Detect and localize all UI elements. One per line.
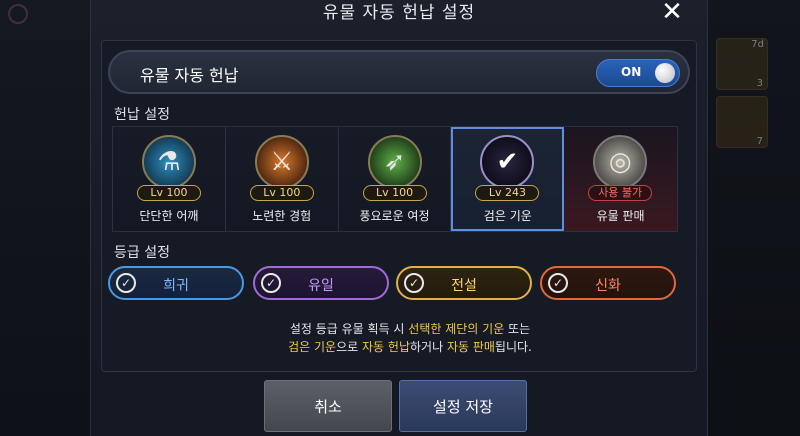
card-dark-aura[interactable]: ✔ Lv 243 검은 기운 (451, 127, 565, 231)
background-right-panel: 7d 3 7 (708, 0, 800, 436)
level-badge: Lv 100 (249, 185, 314, 201)
info-highlight: 선택한 제단의 기운 (408, 322, 505, 336)
card-relic-sale[interactable]: ◎ 사용 불가 유물 판매 (564, 127, 677, 231)
info-line-1: 설정 등급 유물 획득 시 선택한 제단의 기운 또는 (200, 320, 620, 337)
background-item-slot: 7d 3 (716, 38, 768, 90)
level-badge: Lv 100 (362, 185, 427, 201)
background-left-panel (0, 0, 90, 436)
info-text: 하거나 (410, 340, 447, 354)
auto-donate-label: 유물 자동 헌납 (140, 66, 239, 85)
close-button[interactable]: ✕ (657, 0, 687, 26)
sword-icon: ⚔ (254, 135, 309, 189)
info-text: 설정 등급 유물 획득 시 (289, 322, 409, 336)
card-name: 유물 판매 (596, 209, 645, 223)
donation-card-row: ⚗ Lv 100 단단한 어깨 ⚔ Lv 100 노련한 경험 ➶ Lv 100… (112, 126, 678, 232)
card-name: 노련한 경험 (252, 209, 312, 223)
card-name: 단단한 어깨 (139, 209, 199, 223)
unavailable-badge: 사용 불가 (588, 185, 653, 201)
green-arrow-icon: ➶ (367, 135, 422, 189)
background-heart-icon (8, 4, 28, 24)
grade-label: 희귀 (163, 278, 189, 294)
card-bountiful-journey[interactable]: ➶ Lv 100 풍요로운 여정 (338, 127, 452, 231)
toggle-state-text: ON (621, 65, 642, 79)
info-highlight: 검은 기운 (288, 340, 337, 354)
save-settings-button[interactable]: 설정 저장 (399, 380, 527, 432)
toggle-knob (655, 63, 675, 83)
level-badge: Lv 100 (137, 185, 201, 201)
grade-section-label: 등급 설정 (114, 245, 170, 261)
info-highlight: 자동 헌납 (362, 340, 410, 354)
grade-label: 신화 (595, 278, 621, 294)
grade-myth-toggle[interactable]: ✓ 신화 (540, 266, 676, 300)
grade-label: 전설 (451, 278, 477, 294)
card-seasoned-experience[interactable]: ⚔ Lv 100 노련한 경험 (225, 127, 339, 231)
info-text: 으로 (336, 340, 363, 354)
level-badge: Lv 243 (475, 185, 540, 201)
info-text: 또는 (504, 322, 531, 336)
card-name: 풍요로운 여정 (359, 209, 430, 223)
auto-donate-toggle[interactable]: ON (596, 59, 680, 87)
shield-glass-icon: ⚗ (142, 135, 196, 189)
card-sturdy-shoulder[interactable]: ⚗ Lv 100 단단한 어깨 (113, 127, 226, 231)
info-line-2: 검은 기운으로 자동 헌납하거나 자동 판매됩니다. (200, 338, 620, 355)
background-slot-count: 7 (756, 136, 763, 147)
background-item-slot: 7 (716, 96, 768, 148)
background-slot-label: 7d (751, 39, 764, 50)
auto-donate-bar: 유물 자동 헌납 ON (108, 50, 690, 94)
grade-label: 유일 (308, 278, 334, 294)
background-slot-count: 3 (756, 78, 763, 89)
info-highlight: 자동 판매 (446, 340, 495, 354)
close-icon: ✕ (661, 0, 683, 27)
cancel-button[interactable]: 취소 (264, 380, 392, 432)
grade-unique-toggle[interactable]: ✓ 유일 (253, 266, 389, 300)
card-name: 검은 기운 (483, 209, 532, 223)
dialog-title: 유물 자동 헌납 설정 (322, 3, 476, 23)
coins-icon: ◎ (593, 135, 648, 189)
check-icon: ✔ (480, 135, 535, 189)
grade-rare-toggle[interactable]: ✓ 희귀 (108, 266, 244, 300)
info-text: 됩니다. (494, 340, 532, 354)
grade-legend-toggle[interactable]: ✓ 전설 (396, 266, 532, 300)
donation-section-label: 헌납 설정 (114, 107, 170, 123)
